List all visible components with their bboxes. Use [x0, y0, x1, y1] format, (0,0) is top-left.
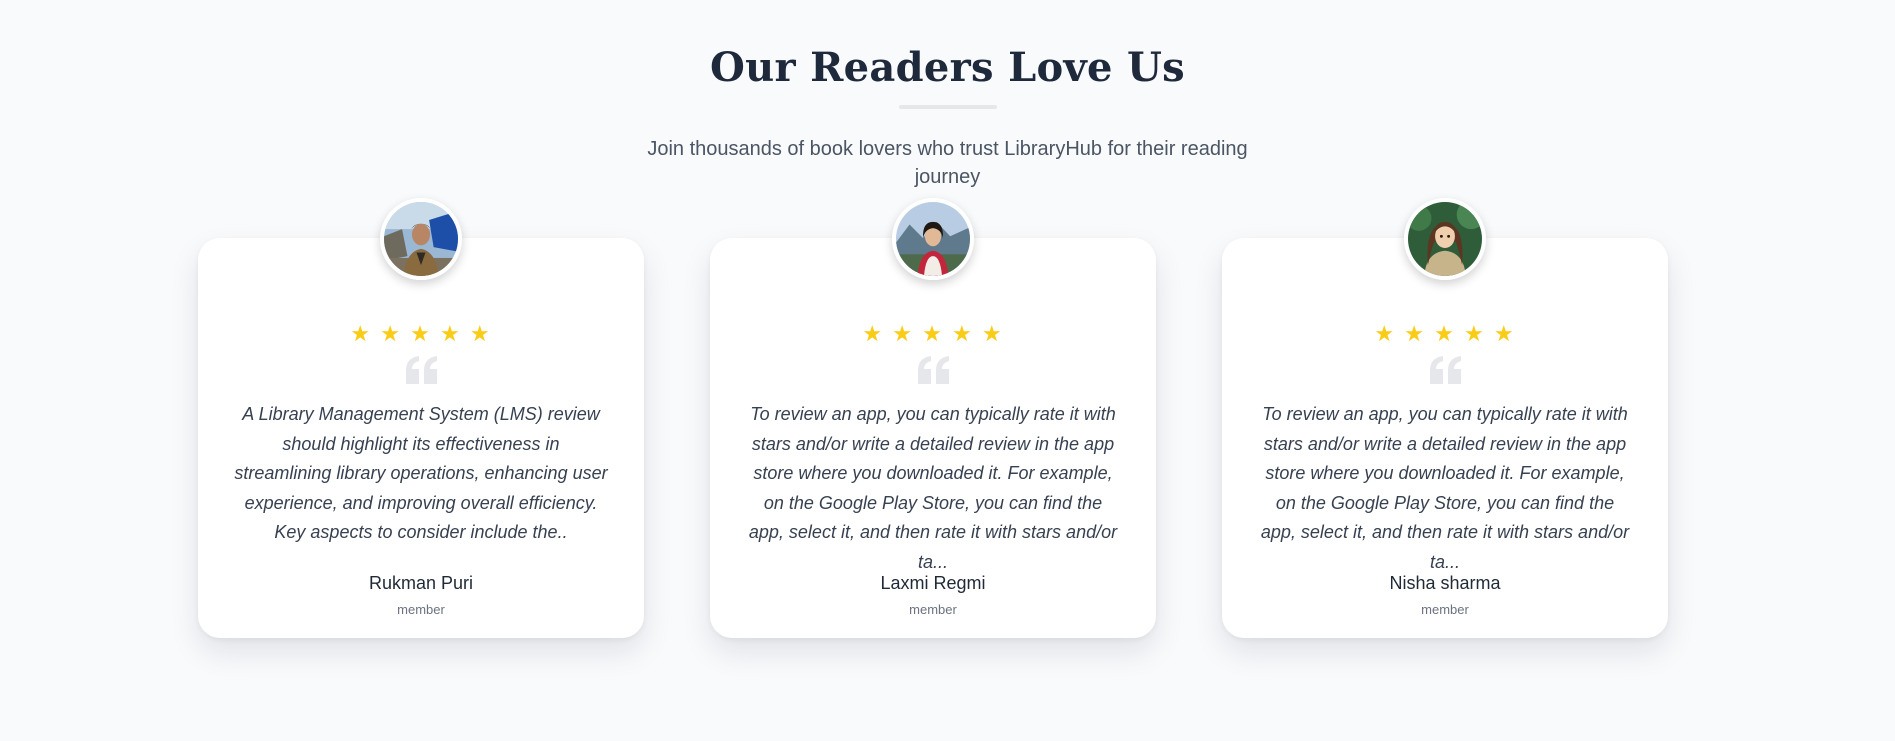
rating-stars: ★ ★ ★ ★ ★	[710, 321, 1156, 347]
reviewer-name: Laxmi Regmi	[880, 573, 986, 593]
review-text: A Library Management System (LMS) review…	[234, 404, 608, 542]
rating-stars: ★ ★ ★ ★ ★	[198, 321, 644, 347]
reviewer-name: Rukman Puri	[368, 573, 474, 593]
testimonial-card: ★ ★ ★ ★ ★ To review an app, you can typi…	[710, 198, 1156, 638]
star-icon: ★	[350, 321, 373, 346]
avatar	[892, 198, 974, 280]
reviewer-name: Nisha sharma	[1389, 573, 1501, 593]
reviewer-role: member	[397, 602, 445, 617]
star-icon: ★	[380, 321, 402, 346]
star-icon: ★	[1463, 321, 1486, 346]
reviewer-role: member	[1421, 602, 1469, 617]
review-text: To review an app, you can typically rate…	[748, 404, 1118, 572]
star-icon: ★	[981, 321, 1004, 346]
section-title: Our Readers Love Us	[710, 44, 1185, 91]
avatar	[1404, 198, 1486, 280]
title-divider	[899, 105, 997, 109]
testimonial-card: ★ ★ ★ ★ ★ To review an app, you can typi…	[1222, 198, 1668, 638]
avatar-photo-woman	[896, 202, 970, 276]
testimonials-section: Our Readers Love Us Join thousands of bo…	[0, 0, 1895, 741]
star-icon: ★	[1374, 321, 1397, 346]
reviewer-role: member	[909, 602, 957, 617]
quote-icon	[406, 356, 437, 384]
testimonial-card: ★ ★ ★ ★ ★ A Library Management System (L…	[198, 198, 644, 638]
review-text: To review an app, you can typically rate…	[1260, 404, 1630, 572]
star-icon: ★	[1493, 321, 1516, 346]
star-icon: ★	[1404, 321, 1426, 346]
star-icon: ★	[951, 321, 974, 346]
star-icon: ★	[439, 321, 462, 346]
star-icon: ★	[469, 321, 492, 346]
section-subtitle: Join thousands of book lovers who trust …	[647, 138, 1248, 188]
quote-icon	[1430, 356, 1461, 384]
star-icon: ★	[892, 321, 914, 346]
star-icon: ★	[922, 321, 944, 346]
avatar-illustration-woman	[1408, 202, 1482, 276]
rating-stars: ★ ★ ★ ★ ★	[1222, 321, 1668, 347]
star-icon: ★	[1434, 321, 1456, 346]
avatar-photo-man	[384, 202, 458, 276]
star-icon: ★	[410, 321, 432, 346]
star-icon: ★	[862, 321, 885, 346]
avatar	[380, 198, 462, 280]
quote-icon	[918, 356, 949, 384]
